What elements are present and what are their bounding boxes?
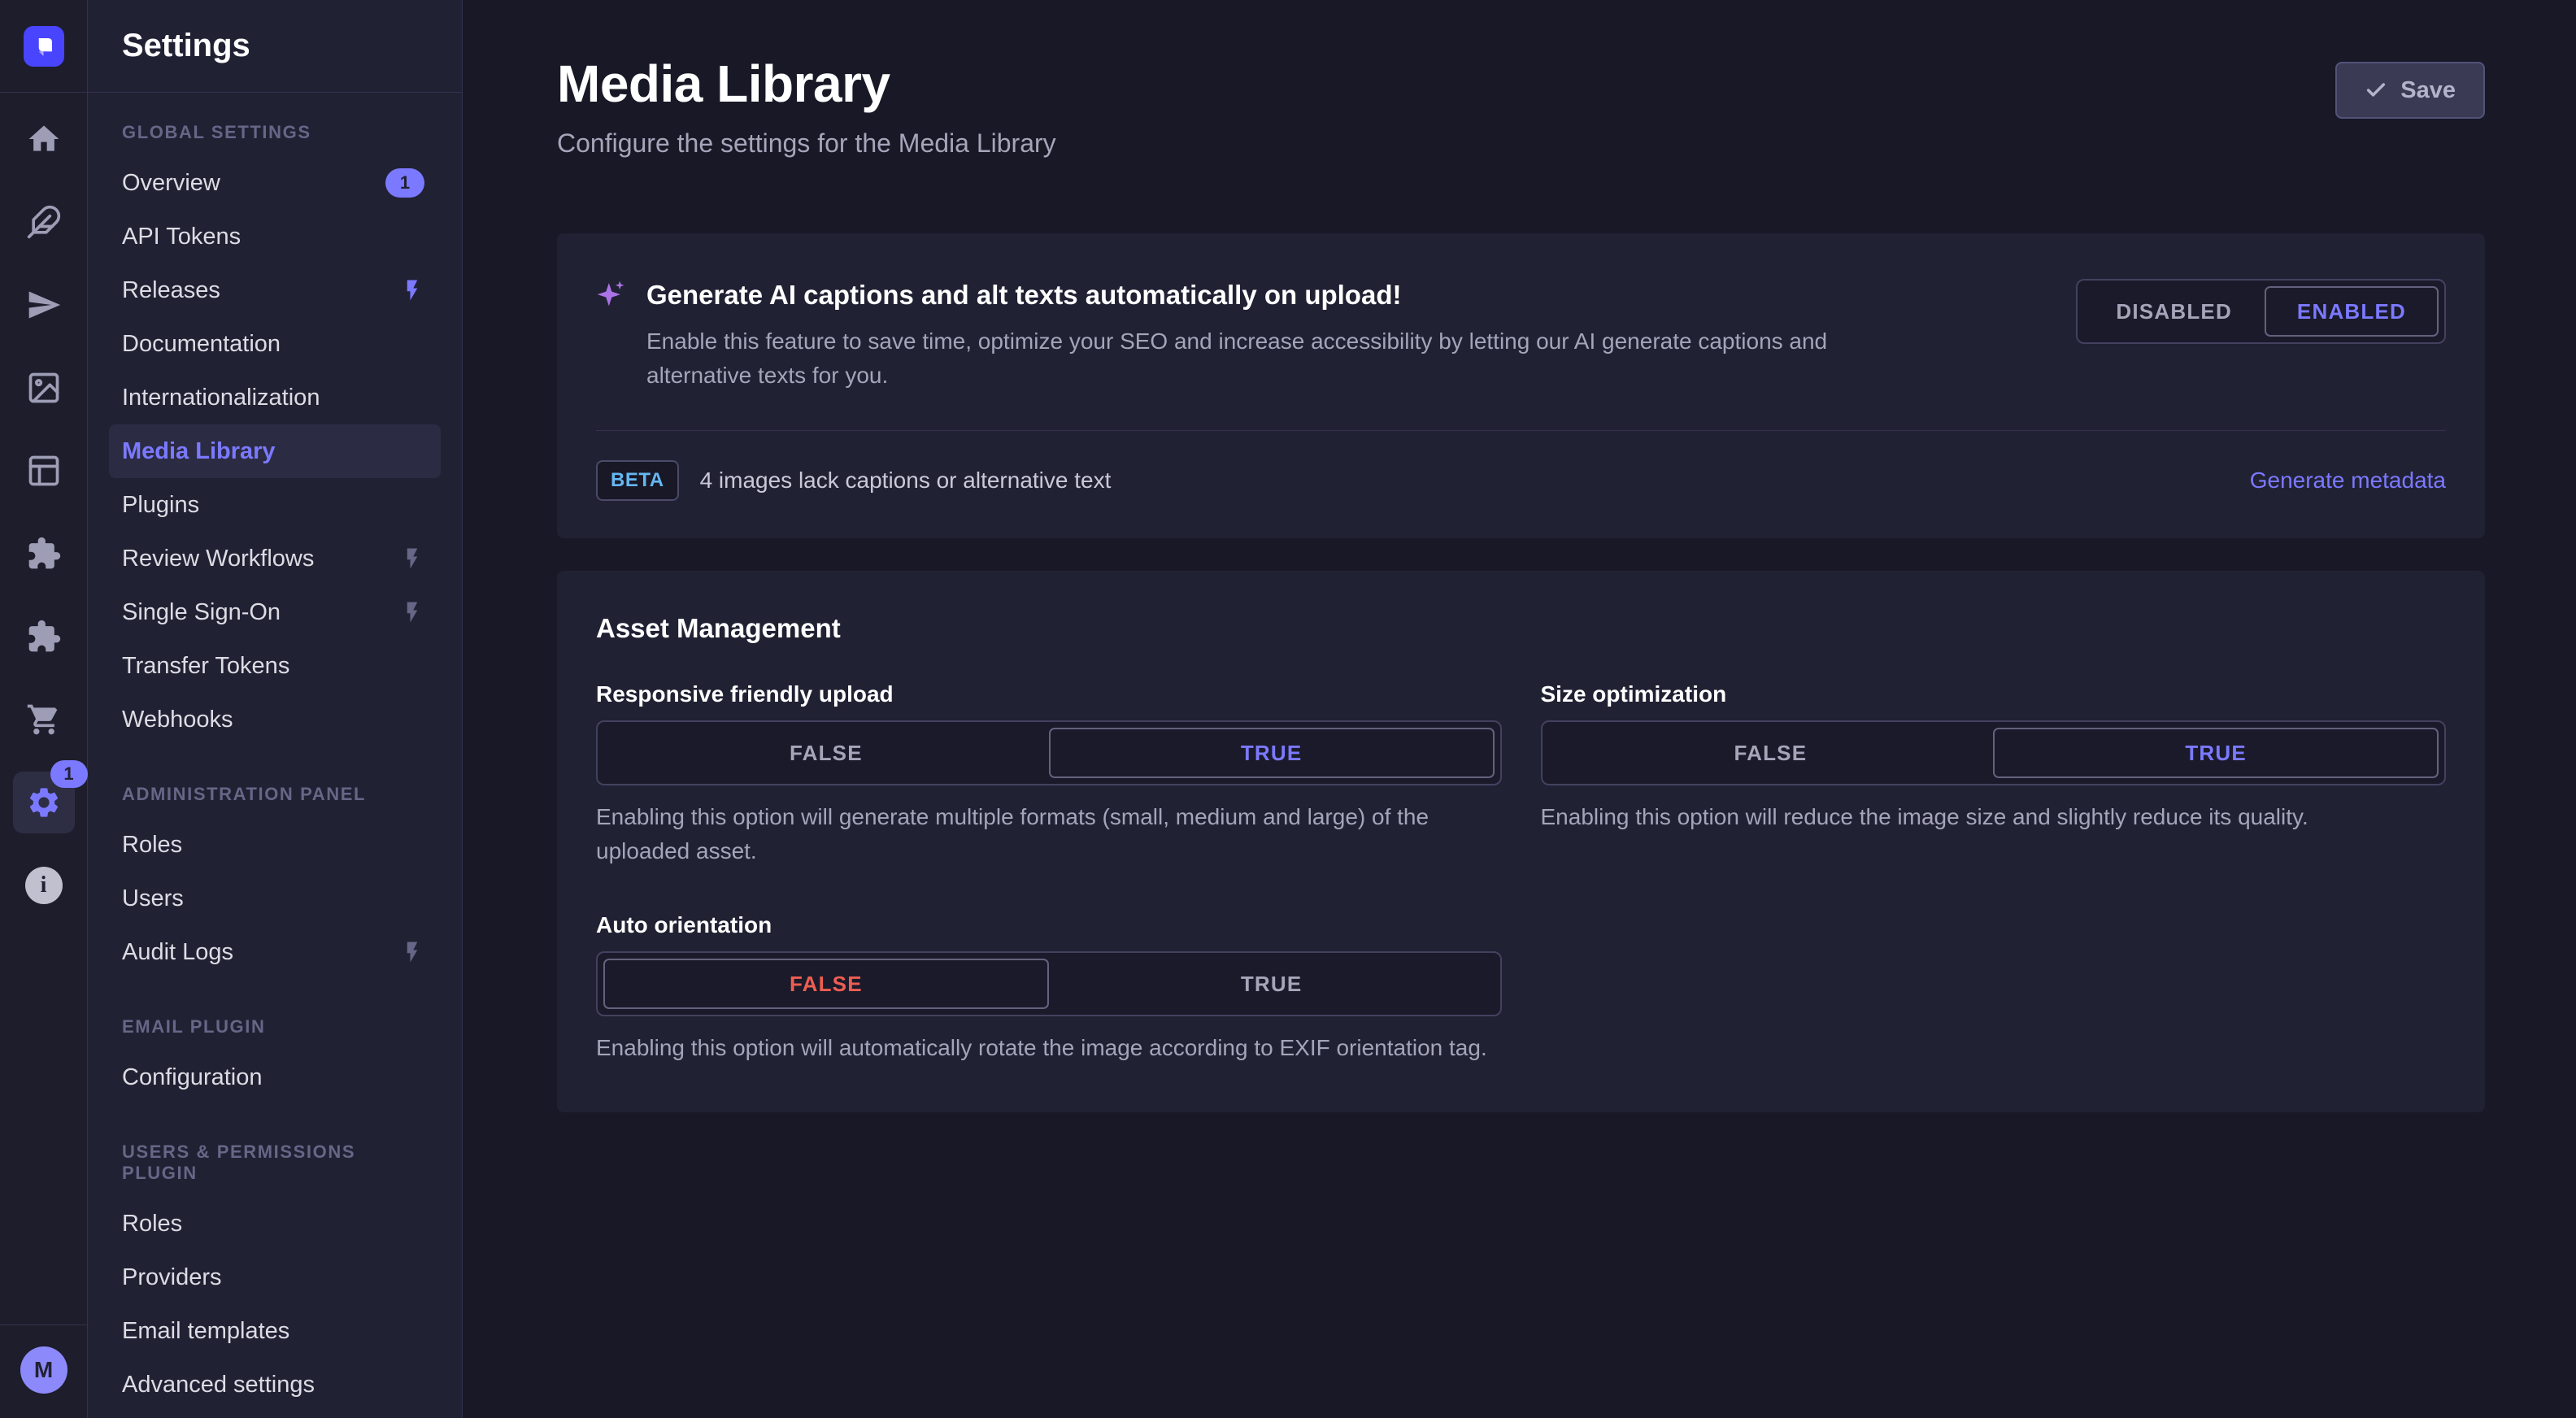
responsive-upload-toggle: FALSE TRUE: [596, 720, 1502, 785]
ai-status-text: 4 images lack captions or alternative te…: [700, 468, 1112, 494]
ai-banner-footer: BETA 4 images lack captions or alternati…: [596, 460, 2446, 501]
sidebar-item-documentation[interactable]: Documentation: [109, 317, 441, 371]
field-description: Enabling this option will automatically …: [596, 1031, 1502, 1065]
section-heading: ADMINISTRATION PANEL: [109, 784, 441, 805]
section-global-settings: GLOBAL SETTINGS Overview 1 API Tokens Re…: [109, 122, 441, 746]
strapi-logo[interactable]: [24, 26, 64, 67]
feather-icon[interactable]: [25, 203, 63, 241]
toggle-option-enabled[interactable]: ENABLED: [2265, 286, 2439, 337]
ai-enabled-toggle: DISABLED ENABLED: [2076, 279, 2446, 344]
field-label: Responsive friendly upload: [596, 681, 1502, 707]
section-heading: EMAIL PLUGIN: [109, 1016, 441, 1037]
sidebar-item-advanced-settings[interactable]: Advanced settings: [109, 1358, 441, 1411]
sidebar-item-providers[interactable]: Providers: [109, 1251, 441, 1304]
toggle-option-true[interactable]: TRUE: [1049, 959, 1495, 1009]
rail-bottom: M: [0, 1324, 87, 1418]
sidebar-item-users[interactable]: Users: [109, 872, 441, 925]
field-size-optimization: Size optimization FALSE TRUE Enabling th…: [1541, 681, 2447, 868]
toggle-option-true[interactable]: TRUE: [1049, 728, 1495, 778]
puzzle-icon[interactable]: [25, 535, 63, 572]
section-email-plugin: EMAIL PLUGIN Configuration: [109, 1016, 441, 1104]
nav-rail: 1 i M: [0, 0, 88, 1418]
sidebar-item-media-library[interactable]: Media Library: [109, 424, 441, 478]
field-description: Enabling this option will reduce the ima…: [1541, 800, 2447, 834]
section-administration-panel: ADMINISTRATION PANEL Roles Users Audit L…: [109, 784, 441, 979]
layout-icon[interactable]: [25, 452, 63, 489]
ai-banner-description: Enable this feature to save time, optimi…: [646, 324, 1834, 393]
ai-banner-title: Generate AI captions and alt texts autom…: [646, 280, 1401, 311]
toggle-option-disabled[interactable]: DISABLED: [2083, 286, 2265, 337]
toggle-option-true[interactable]: TRUE: [1993, 728, 2439, 778]
sparkle-icon: [596, 279, 629, 311]
sidebar-item-email-templates[interactable]: Email templates: [109, 1304, 441, 1358]
settings-notification-badge: 1: [50, 760, 88, 788]
size-optimization-toggle: FALSE TRUE: [1541, 720, 2447, 785]
lightning-icon: [400, 940, 424, 964]
sidebar-item-plugins[interactable]: Plugins: [109, 478, 441, 532]
sidebar-item-releases[interactable]: Releases: [109, 263, 441, 317]
subnav-title: Settings: [122, 28, 250, 64]
field-auto-orientation: Auto orientation FALSE TRUE Enabling thi…: [596, 912, 1502, 1065]
sidebar-item-overview[interactable]: Overview 1: [109, 156, 441, 210]
subnav-header: Settings: [88, 0, 462, 93]
main-content: Media Library Configure the settings for…: [463, 0, 2576, 1418]
images-icon[interactable]: [25, 369, 63, 407]
generate-metadata-link[interactable]: Generate metadata: [2250, 468, 2446, 494]
beta-badge: BETA: [596, 460, 679, 501]
section-heading: GLOBAL SETTINGS: [109, 122, 441, 143]
field-label: Size optimization: [1541, 681, 2447, 707]
rail-icon-list: 1 i: [0, 93, 87, 904]
field-description: Enabling this option will generate multi…: [596, 800, 1502, 868]
toggle-option-false[interactable]: FALSE: [603, 959, 1049, 1009]
save-button[interactable]: Save: [2335, 62, 2485, 119]
cart-icon[interactable]: [25, 701, 63, 738]
sidebar-item-webhooks[interactable]: Webhooks: [109, 693, 441, 746]
sidebar-item-review-workflows[interactable]: Review Workflows: [109, 532, 441, 585]
sidebar-item-api-tokens[interactable]: API Tokens: [109, 210, 441, 263]
ai-banner-top: Generate AI captions and alt texts autom…: [596, 279, 2446, 393]
lightning-icon: [400, 278, 424, 302]
settings-subnav: Settings GLOBAL SETTINGS Overview 1 API …: [88, 0, 463, 1418]
avatar[interactable]: M: [20, 1346, 67, 1394]
section-heading: USERS & PERMISSIONS PLUGIN: [109, 1142, 441, 1184]
sidebar-item-internationalization[interactable]: Internationalization: [109, 371, 441, 424]
field-label: Auto orientation: [596, 912, 1502, 938]
page-header: Media Library Configure the settings for…: [557, 54, 2485, 159]
subnav-list: GLOBAL SETTINGS Overview 1 API Tokens Re…: [88, 93, 462, 1418]
section-users-permissions-plugin: USERS & PERMISSIONS PLUGIN Roles Provide…: [109, 1142, 441, 1411]
logo-section: [0, 0, 87, 93]
asset-management-card: Asset Management Responsive friendly upl…: [557, 571, 2485, 1112]
overview-badge: 1: [385, 168, 424, 198]
page-title: Media Library: [557, 54, 1056, 114]
asset-management-title: Asset Management: [596, 613, 2446, 644]
lightning-icon: [400, 600, 424, 624]
sidebar-item-audit-logs[interactable]: Audit Logs: [109, 925, 441, 979]
auto-orientation-toggle: FALSE TRUE: [596, 951, 1502, 1016]
sidebar-item-transfer-tokens[interactable]: Transfer Tokens: [109, 639, 441, 693]
empty-grid-cell: [1541, 912, 2447, 1065]
toggle-option-false[interactable]: FALSE: [603, 728, 1049, 778]
toggle-option-false[interactable]: FALSE: [1548, 728, 1994, 778]
asset-management-grid: Responsive friendly upload FALSE TRUE En…: [596, 681, 2446, 1065]
sidebar-item-configuration[interactable]: Configuration: [109, 1050, 441, 1104]
sidebar-item-up-roles[interactable]: Roles: [109, 1197, 441, 1251]
paper-plane-icon[interactable]: [25, 286, 63, 324]
page-subtitle: Configure the settings for the Media Lib…: [557, 128, 1056, 159]
info-icon[interactable]: i: [25, 867, 63, 904]
sidebar-item-admin-roles[interactable]: Roles: [109, 818, 441, 872]
divider: [596, 430, 2446, 431]
field-responsive-friendly-upload: Responsive friendly upload FALSE TRUE En…: [596, 681, 1502, 868]
sidebar-item-single-sign-on[interactable]: Single Sign-On: [109, 585, 441, 639]
check-icon: [2365, 79, 2387, 102]
puzzle-marketplace-icon[interactable]: [25, 618, 63, 655]
strapi-logo-icon: [32, 34, 56, 59]
lightning-icon: [400, 546, 424, 571]
gear-icon[interactable]: 1: [13, 772, 75, 833]
home-icon[interactable]: [25, 120, 63, 158]
ai-banner-card: Generate AI captions and alt texts autom…: [557, 233, 2485, 538]
